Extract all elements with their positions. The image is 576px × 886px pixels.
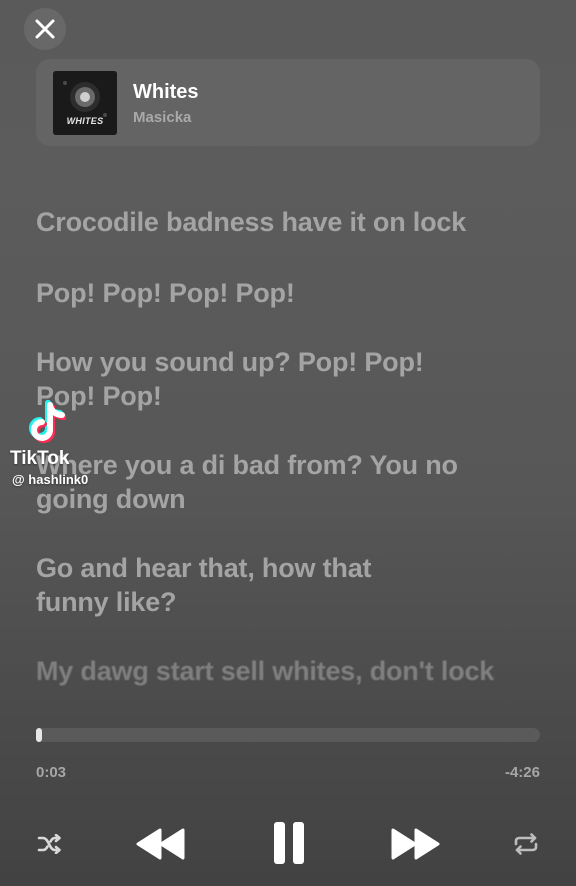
tiktok-handle: @ hashlink0 <box>12 472 89 487</box>
artwork-label: WHITES <box>66 115 104 126</box>
track-title: Whites <box>133 80 199 103</box>
lyric-line[interactable]: Crocodile badness have it on lock <box>36 205 556 239</box>
lyric-line[interactable]: How you sound up? Pop! Pop! <box>36 345 556 379</box>
album-artwork: WHITES <box>53 70 117 135</box>
close-button[interactable] <box>24 8 66 50</box>
lyric-line[interactable]: My dawg start sell whites, don't lock <box>36 654 556 688</box>
tiktok-watermark: TikTok @ hashlink0 <box>8 400 118 490</box>
elapsed-time: 0:03 <box>36 764 67 781</box>
repeat-button[interactable] <box>508 828 544 860</box>
progress-bar[interactable] <box>36 728 540 742</box>
progress-fill <box>36 728 42 742</box>
now-playing-card[interactable]: WHITES Whites Masicka <box>36 59 540 146</box>
remaining-time: -4:26 <box>504 764 540 781</box>
lyric-line[interactable]: Pop! Pop! Pop! Pop! <box>36 276 556 310</box>
close-icon <box>35 19 55 39</box>
tiktok-wordmark: TikTok <box>10 448 70 469</box>
pause-icon <box>274 822 304 864</box>
lyric-line[interactable]: funny like? <box>36 585 556 619</box>
shuffle-button[interactable] <box>32 828 68 860</box>
shuffle-icon <box>37 834 61 854</box>
previous-icon <box>136 828 185 860</box>
pause-button[interactable] <box>266 816 312 870</box>
tiktok-logo-icon <box>29 400 66 443</box>
repeat-icon <box>514 833 538 855</box>
lyric-line[interactable]: Go and hear that, how that <box>36 551 556 585</box>
previous-button[interactable] <box>130 822 190 866</box>
track-artist: Masicka <box>133 108 192 126</box>
next-icon <box>391 828 440 860</box>
next-button[interactable] <box>386 822 446 866</box>
